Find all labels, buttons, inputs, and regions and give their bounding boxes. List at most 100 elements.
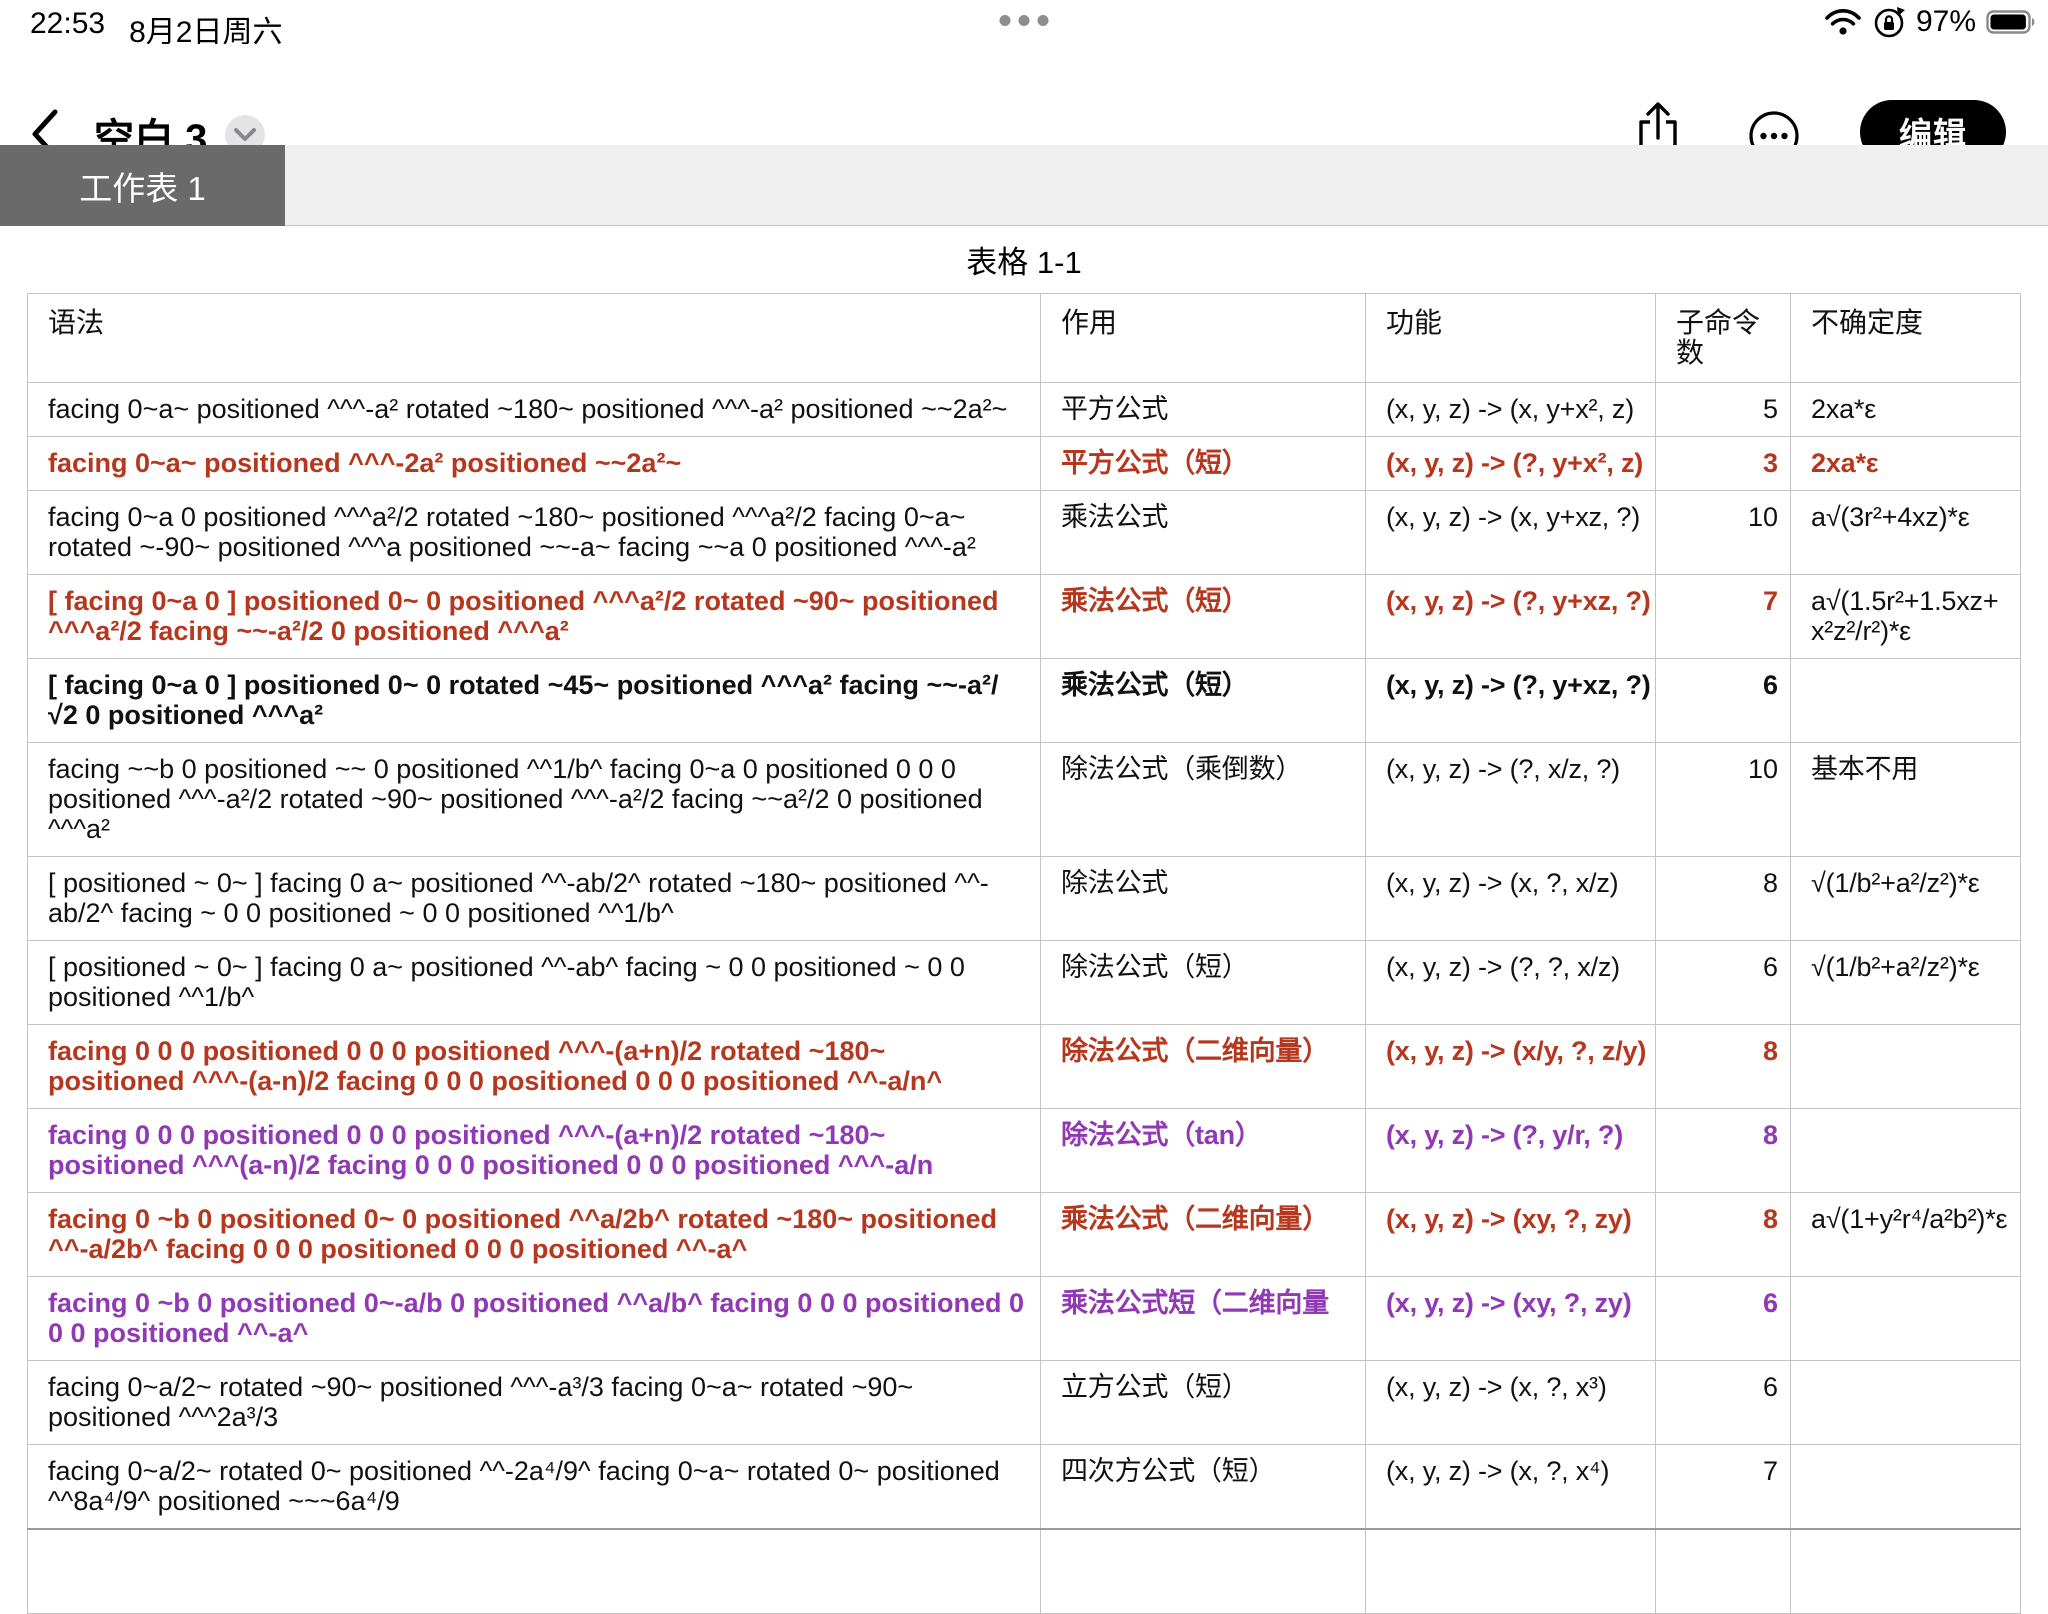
cell-func[interactable]: (x, y, z) -> (x, ?, x⁴) xyxy=(1366,1445,1656,1530)
cell-role[interactable]: 平方公式 xyxy=(1041,383,1366,437)
cell-count[interactable]: 8 xyxy=(1656,1193,1791,1277)
cell-role[interactable]: 除法公式（乘倒数） xyxy=(1041,743,1366,857)
table-row: facing 0~a/2~ rotated ~90~ positioned ^^… xyxy=(28,1361,2021,1445)
cell-uncertainty[interactable]: 2xa*ε xyxy=(1791,383,2021,437)
cell-func[interactable]: (x, y, z) -> (?, y+x², z) xyxy=(1366,437,1656,491)
cell-func[interactable]: (x, y, z) -> (?, y+xz, ?) xyxy=(1366,659,1656,743)
cell-role[interactable]: 四次方公式（短） xyxy=(1041,1445,1366,1530)
cell-syntax[interactable]: facing 0~a~ positioned ^^^-a² rotated ~1… xyxy=(28,383,1041,437)
cell-func[interactable]: (x, y, z) -> (x, ?, x³) xyxy=(1366,1361,1656,1445)
cell-func[interactable]: (x, y, z) -> (x, y+xz, ?) xyxy=(1366,491,1656,575)
cell-uncertainty[interactable] xyxy=(1791,1445,2021,1530)
cell-count[interactable]: 6 xyxy=(1656,1361,1791,1445)
cell-count[interactable]: 10 xyxy=(1656,743,1791,857)
cell-func[interactable]: (x, y, z) -> (x/y, ?, z/y) xyxy=(1366,1025,1656,1109)
data-table: 语法 作用 功能 子命令数 不确定度 facing 0~a~ positione… xyxy=(27,293,2021,1614)
cell-role[interactable]: 除法公式（tan） xyxy=(1041,1109,1366,1193)
cell-syntax[interactable]: facing 0~a/2~ rotated ~90~ positioned ^^… xyxy=(28,1361,1041,1445)
cell-syntax[interactable]: [ positioned ~ 0~ ] facing 0 a~ position… xyxy=(28,857,1041,941)
cell-syntax[interactable]: [ facing 0~a 0 ] positioned 0~ 0 rotated… xyxy=(28,659,1041,743)
cell-count[interactable]: 6 xyxy=(1656,659,1791,743)
cell-uncertainty[interactable]: √(1/b²+a²/z²)*ε xyxy=(1791,857,2021,941)
dot xyxy=(1000,15,1011,26)
table-row: [ facing 0~a 0 ] positioned 0~ 0 positio… xyxy=(28,575,2021,659)
cell-syntax[interactable]: facing 0 0 0 positioned 0 0 0 positioned… xyxy=(28,1109,1041,1193)
cell-syntax[interactable]: facing 0 0 0 positioned 0 0 0 positioned… xyxy=(28,1025,1041,1109)
cell-syntax[interactable]: [ facing 0~a 0 ] positioned 0~ 0 positio… xyxy=(28,575,1041,659)
cell-func[interactable]: (x, y, z) -> (x, y+x², z) xyxy=(1366,383,1656,437)
cell-count[interactable]: 3 xyxy=(1656,437,1791,491)
cell-role[interactable]: 乘法公式短（二维向量 xyxy=(1041,1277,1366,1361)
cell-count[interactable]: 5 xyxy=(1656,383,1791,437)
cell-func[interactable]: (x, y, z) -> (x, ?, x/z) xyxy=(1366,857,1656,941)
table-row: facing 0 0 0 positioned 0 0 0 positioned… xyxy=(28,1109,2021,1193)
cell-count[interactable]: 6 xyxy=(1656,1277,1791,1361)
cell-uncertainty[interactable]: √(1/b²+a²/z²)*ε xyxy=(1791,941,2021,1025)
cell-role[interactable]: 除法公式（短） xyxy=(1041,941,1366,1025)
tab-worksheet-1[interactable]: 工作表 1 xyxy=(0,145,285,226)
column-header-uncertainty[interactable]: 不确定度 xyxy=(1791,294,2021,383)
cell-role[interactable]: 除法公式 xyxy=(1041,857,1366,941)
cell-uncertainty[interactable]: 基本不用 xyxy=(1791,743,2021,857)
table-title[interactable]: 表格 1-1 xyxy=(0,237,2048,282)
cell-role[interactable]: 除法公式（二维向量） xyxy=(1041,1025,1366,1109)
cell-count[interactable]: 8 xyxy=(1656,1025,1791,1109)
table-row: facing 0 ~b 0 positioned 0~ 0 positioned… xyxy=(28,1193,2021,1277)
cell-syntax[interactable] xyxy=(28,1529,1041,1614)
cell-syntax[interactable]: facing 0~a~ positioned ^^^-2a² positione… xyxy=(28,437,1041,491)
cell-role[interactable]: 乘法公式（短） xyxy=(1041,659,1366,743)
cell-count[interactable]: 10 xyxy=(1656,491,1791,575)
cell-role[interactable]: 乘法公式 xyxy=(1041,491,1366,575)
cell-func[interactable] xyxy=(1366,1529,1656,1614)
cell-uncertainty[interactable] xyxy=(1791,1529,2021,1614)
table-row: facing 0 ~b 0 positioned 0~-a/b 0 positi… xyxy=(28,1277,2021,1361)
table-header-row: 语法 作用 功能 子命令数 不确定度 xyxy=(28,294,2021,383)
table-row: facing 0~a~ positioned ^^^-2a² positione… xyxy=(28,437,2021,491)
cell-uncertainty[interactable] xyxy=(1791,1025,2021,1109)
cell-count[interactable]: 8 xyxy=(1656,1109,1791,1193)
status-bar: 22:53 8月2日周六 97% xyxy=(0,0,2048,44)
cell-syntax[interactable]: facing 0 ~b 0 positioned 0~ 0 positioned… xyxy=(28,1193,1041,1277)
cell-uncertainty[interactable] xyxy=(1791,1109,2021,1193)
tab-label: 工作表 1 xyxy=(79,162,206,210)
cell-count[interactable]: 7 xyxy=(1656,1445,1791,1530)
column-header-role[interactable]: 作用 xyxy=(1041,294,1366,383)
cell-uncertainty[interactable]: a√(3r²+4xz)*ε xyxy=(1791,491,2021,575)
cell-func[interactable]: (x, y, z) -> (xy, ?, zy) xyxy=(1366,1277,1656,1361)
cell-uncertainty[interactable] xyxy=(1791,659,2021,743)
cell-func[interactable]: (x, y, z) -> (?, y/r, ?) xyxy=(1366,1109,1656,1193)
cell-syntax[interactable]: facing 0~a 0 positioned ^^^a²/2 rotated … xyxy=(28,491,1041,575)
cell-uncertainty[interactable] xyxy=(1791,1361,2021,1445)
cell-role[interactable]: 乘法公式（二维向量） xyxy=(1041,1193,1366,1277)
cell-count[interactable]: 8 xyxy=(1656,857,1791,941)
cell-syntax[interactable]: facing ~~b 0 positioned ~~ 0 positioned … xyxy=(28,743,1041,857)
cell-uncertainty[interactable]: a√(1.5r²+1.5xz+x²z²/r²)*ε xyxy=(1791,575,2021,659)
battery-icon xyxy=(1986,10,2036,34)
column-header-func[interactable]: 功能 xyxy=(1366,294,1656,383)
table-row: facing 0~a 0 positioned ^^^a²/2 rotated … xyxy=(28,491,2021,575)
cell-role[interactable] xyxy=(1041,1529,1366,1614)
cell-func[interactable]: (x, y, z) -> (xy, ?, zy) xyxy=(1366,1193,1656,1277)
table-row: facing 0~a~ positioned ^^^-a² rotated ~1… xyxy=(28,383,2021,437)
column-header-syntax[interactable]: 语法 xyxy=(28,294,1041,383)
dot xyxy=(1038,15,1049,26)
cell-func[interactable]: (x, y, z) -> (?, ?, x/z) xyxy=(1366,941,1656,1025)
cell-count[interactable] xyxy=(1656,1529,1791,1614)
wifi-icon xyxy=(1824,8,1862,36)
cell-role[interactable]: 立方公式（短） xyxy=(1041,1361,1366,1445)
cell-syntax[interactable]: facing 0~a/2~ rotated 0~ positioned ^^-2… xyxy=(28,1445,1041,1530)
column-header-count[interactable]: 子命令数 xyxy=(1656,294,1791,383)
table-row: [ positioned ~ 0~ ] facing 0 a~ position… xyxy=(28,857,2021,941)
cell-uncertainty[interactable]: 2xa*ε xyxy=(1791,437,2021,491)
cell-uncertainty[interactable] xyxy=(1791,1277,2021,1361)
cell-role[interactable]: 平方公式（短） xyxy=(1041,437,1366,491)
handoff-dots-icon[interactable] xyxy=(1000,15,1049,26)
cell-count[interactable]: 6 xyxy=(1656,941,1791,1025)
cell-func[interactable]: (x, y, z) -> (?, y+xz, ?) xyxy=(1366,575,1656,659)
cell-func[interactable]: (x, y, z) -> (?, x/z, ?) xyxy=(1366,743,1656,857)
cell-syntax[interactable]: facing 0 ~b 0 positioned 0~-a/b 0 positi… xyxy=(28,1277,1041,1361)
cell-uncertainty[interactable]: a√(1+y²r⁴/a²b²)*ε xyxy=(1791,1193,2021,1277)
cell-syntax[interactable]: [ positioned ~ 0~ ] facing 0 a~ position… xyxy=(28,941,1041,1025)
cell-role[interactable]: 乘法公式（短） xyxy=(1041,575,1366,659)
cell-count[interactable]: 7 xyxy=(1656,575,1791,659)
